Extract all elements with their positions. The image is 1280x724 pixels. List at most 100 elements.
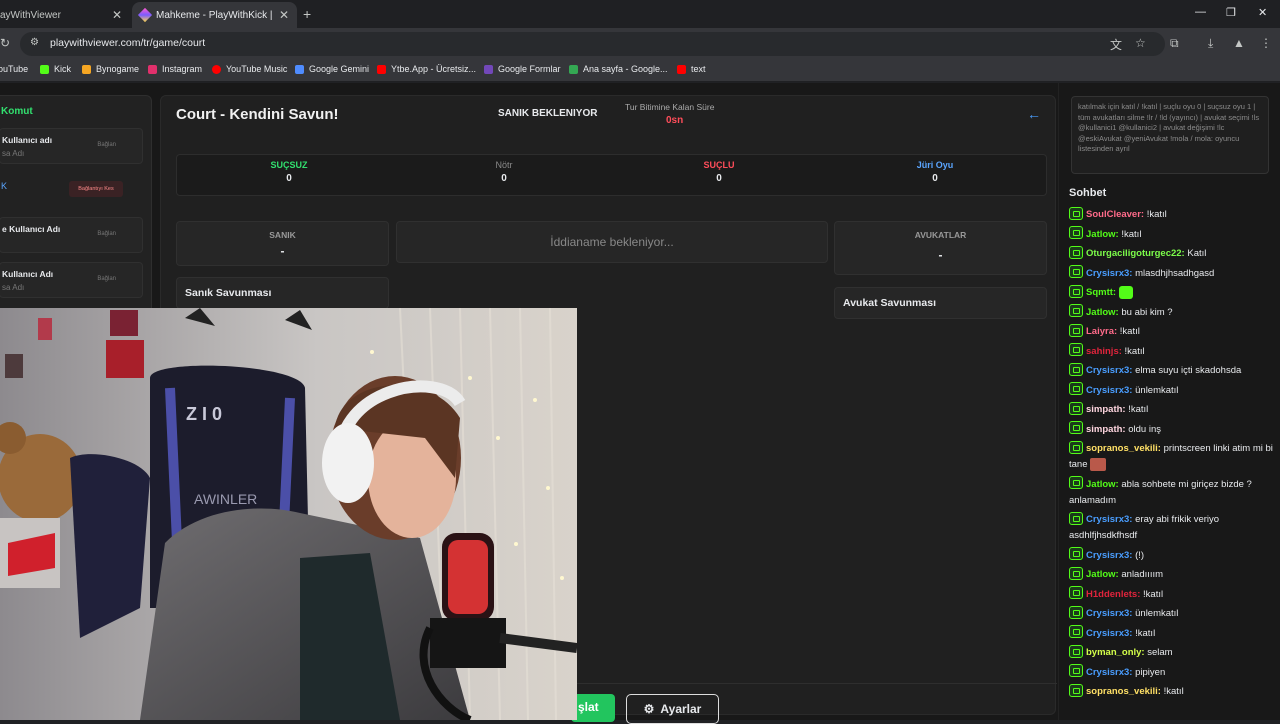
chat-message: SoulCleaver: !katıl (1069, 206, 1279, 223)
back-arrow-icon[interactable]: ← (1027, 106, 1041, 122)
address-bar[interactable]: ⚙ playwithviewer.com/tr/game/court 文 ☆ (20, 32, 1165, 56)
lawyer-defense-panel: Avukat Savunması (834, 287, 1047, 319)
download-icon[interactable]: ⤓ (1208, 36, 1213, 51)
connection-card: e Kullanıcı Adı Bağlan (0, 217, 143, 253)
bookmark-instagram[interactable]: Instagram (148, 64, 202, 74)
chat-username[interactable]: Crysisrx3: (1086, 550, 1132, 561)
maximize-icon[interactable]: ❐ (1226, 6, 1236, 19)
tab-close-icon[interactable]: ✕ (279, 8, 289, 22)
disconnect-button[interactable]: Bağlantıyı Kes (69, 181, 123, 197)
browser-tab[interactable]: ayWithViewer ✕ (0, 2, 130, 28)
kick-badge-icon (1069, 586, 1083, 600)
timer-value: 0sn (666, 115, 684, 126)
connection-card: Kullanıcı adı sa Adı Bağlan (0, 128, 143, 164)
chat-username[interactable]: Crysisrx3: (1086, 628, 1132, 639)
new-tab-button[interactable]: + (303, 6, 311, 22)
game-state: SANIK BEKLENIYOR (498, 108, 598, 119)
bookmark-star-icon[interactable]: ☆ (1135, 36, 1146, 50)
browser-tab-active[interactable]: Mahkeme - PlayWithKick | Play ✕ (132, 2, 297, 28)
chat-message: Crysisrx3: elma suyu içti skadohsda (1069, 362, 1279, 379)
connection-panel: Komut Kullanıcı adı sa Adı Bağlan K Bağl… (0, 95, 152, 315)
chat-username[interactable]: Crysisrx3: (1086, 667, 1132, 678)
chat-message: byman_only: selam (1069, 644, 1279, 661)
tab-title: Mahkeme - PlayWithKick | Play (156, 9, 276, 21)
bookmark-kick[interactable]: Kick (40, 64, 71, 74)
connect-button[interactable]: Bağlan (97, 231, 116, 237)
instagram-icon (148, 64, 157, 74)
url-text[interactable]: playwithviewer.com/tr/game/court (50, 37, 205, 49)
bookmark-ytbe[interactable]: Ytbe.App - Ücretsiz... (377, 64, 476, 74)
chat-username[interactable]: Jatlow: (1086, 479, 1119, 490)
kick-badge-icon (1069, 284, 1083, 298)
chat-text: pipiyen (1135, 666, 1166, 678)
vote-guilty: SUÇLU 0 (703, 160, 735, 184)
chat-text: ünlemkatıl (1135, 608, 1179, 619)
chat-username[interactable]: simpath: (1086, 424, 1126, 435)
vote-neutral: Nötr 0 (495, 160, 513, 184)
chat-username[interactable]: sopranos_vekili: (1086, 686, 1161, 697)
kick-badge-icon (1069, 476, 1083, 490)
bookmark-youtube[interactable]: ouTube (0, 64, 28, 74)
chat-username[interactable]: Crysisrx3: (1086, 268, 1132, 279)
chat-username[interactable]: Crysisrx3: (1086, 514, 1132, 525)
chat-username[interactable]: Crysisrx3: (1086, 608, 1132, 619)
chat-username[interactable]: Jatlow: (1086, 307, 1119, 318)
chat-text: !katıl (1146, 209, 1167, 220)
chat-username[interactable]: SoulCleaver: (1086, 209, 1144, 220)
chat-username[interactable]: sopranos_vekili: (1086, 443, 1161, 454)
connect-button[interactable]: Bağlan (97, 142, 116, 148)
chat-title: Sohbet (1069, 187, 1107, 199)
reload-icon[interactable]: ↻ (0, 36, 10, 50)
bookmark-youtube-music[interactable]: YouTube Music (212, 64, 287, 74)
connection-card: K Bağlantıyı Kes (0, 173, 143, 209)
defendant-box: SANIK - (176, 221, 389, 266)
chat-panel: katılmak için katıl / !katıl | suçlu oyu… (1058, 83, 1280, 720)
bookmark-google-forms[interactable]: Google Formlar (484, 64, 561, 74)
kick-badge-icon (1069, 265, 1083, 279)
chat-username[interactable]: Oturgaciligoturgec22: (1086, 248, 1185, 259)
profile-avatar[interactable]: ▲ (1233, 36, 1245, 50)
chat-username[interactable]: Sqmtt: (1086, 287, 1116, 298)
close-window-icon[interactable]: ✕ (1258, 6, 1267, 19)
chat-message: Jatlow: anladıııım (1069, 566, 1279, 583)
chat-username[interactable]: sahinjs: (1086, 346, 1122, 357)
bookmark-drive[interactable]: Ana sayfa - Google... (569, 64, 668, 74)
bookmark-text[interactable]: text (677, 64, 706, 74)
chat-text: bu abi kim ? (1121, 306, 1173, 318)
forms-icon (484, 64, 493, 74)
chat-message: Crysisrx3: ünlemkatıl (1069, 605, 1279, 622)
tab-close-icon[interactable]: ✕ (112, 8, 122, 22)
chat-message: Crysisrx3: eray abi frikik veriyo asdhlf… (1069, 511, 1279, 544)
chat-username[interactable]: Crysisrx3: (1086, 385, 1132, 396)
lawyers-box: AVUKATLAR - (834, 221, 1047, 275)
extensions-icon[interactable]: ⧉ (1170, 36, 1179, 51)
connect-button[interactable]: Bağlan (97, 276, 116, 282)
bookmarks-bar: ouTube Kick Bynogame Instagram YouTube M… (0, 60, 1280, 82)
chat-message: Crysisrx3: pipiyen (1069, 664, 1279, 681)
kick-badge-icon (1069, 343, 1083, 357)
chat-username[interactable]: Laiyra: (1086, 326, 1117, 337)
chat-username[interactable]: byman_only: (1086, 647, 1145, 658)
chat-username[interactable]: Jatlow: (1086, 229, 1119, 240)
vote-summary: SUÇSUZ 0 Nötr 0 SUÇLU 0 Jüri Oyu 0 (176, 154, 1047, 196)
start-button[interactable]: şlat (571, 694, 615, 722)
connection-card: Kullanıcı Adı sa Adı Bağlan (0, 262, 143, 298)
minimize-icon[interactable]: — (1195, 6, 1206, 18)
chat-username[interactable]: simpath: (1086, 404, 1126, 415)
kick-badge-icon (1069, 440, 1083, 454)
chat-message: simpath: !katıl (1069, 401, 1279, 418)
chat-text: !katıl (1163, 686, 1184, 697)
bookmark-bynogame[interactable]: Bynogame (82, 64, 139, 74)
site-info-icon[interactable]: ⚙ (30, 37, 39, 48)
defendant-defense-panel: Sanık Savunması (176, 277, 389, 309)
translate-icon[interactable]: 文 (1110, 36, 1122, 53)
chat-text: !katıl (1143, 588, 1164, 600)
panel-title: Komut (1, 106, 33, 117)
chat-username[interactable]: H1ddenlets: (1086, 589, 1140, 600)
chat-username[interactable]: Jatlow: (1086, 569, 1119, 580)
menu-icon[interactable]: ⋮ (1260, 36, 1272, 50)
kick-badge-icon (1069, 362, 1083, 376)
kick-badge-icon (1069, 323, 1083, 337)
bookmark-gemini[interactable]: Google Gemini (295, 64, 369, 74)
chat-username[interactable]: Crysisrx3: (1086, 365, 1132, 376)
